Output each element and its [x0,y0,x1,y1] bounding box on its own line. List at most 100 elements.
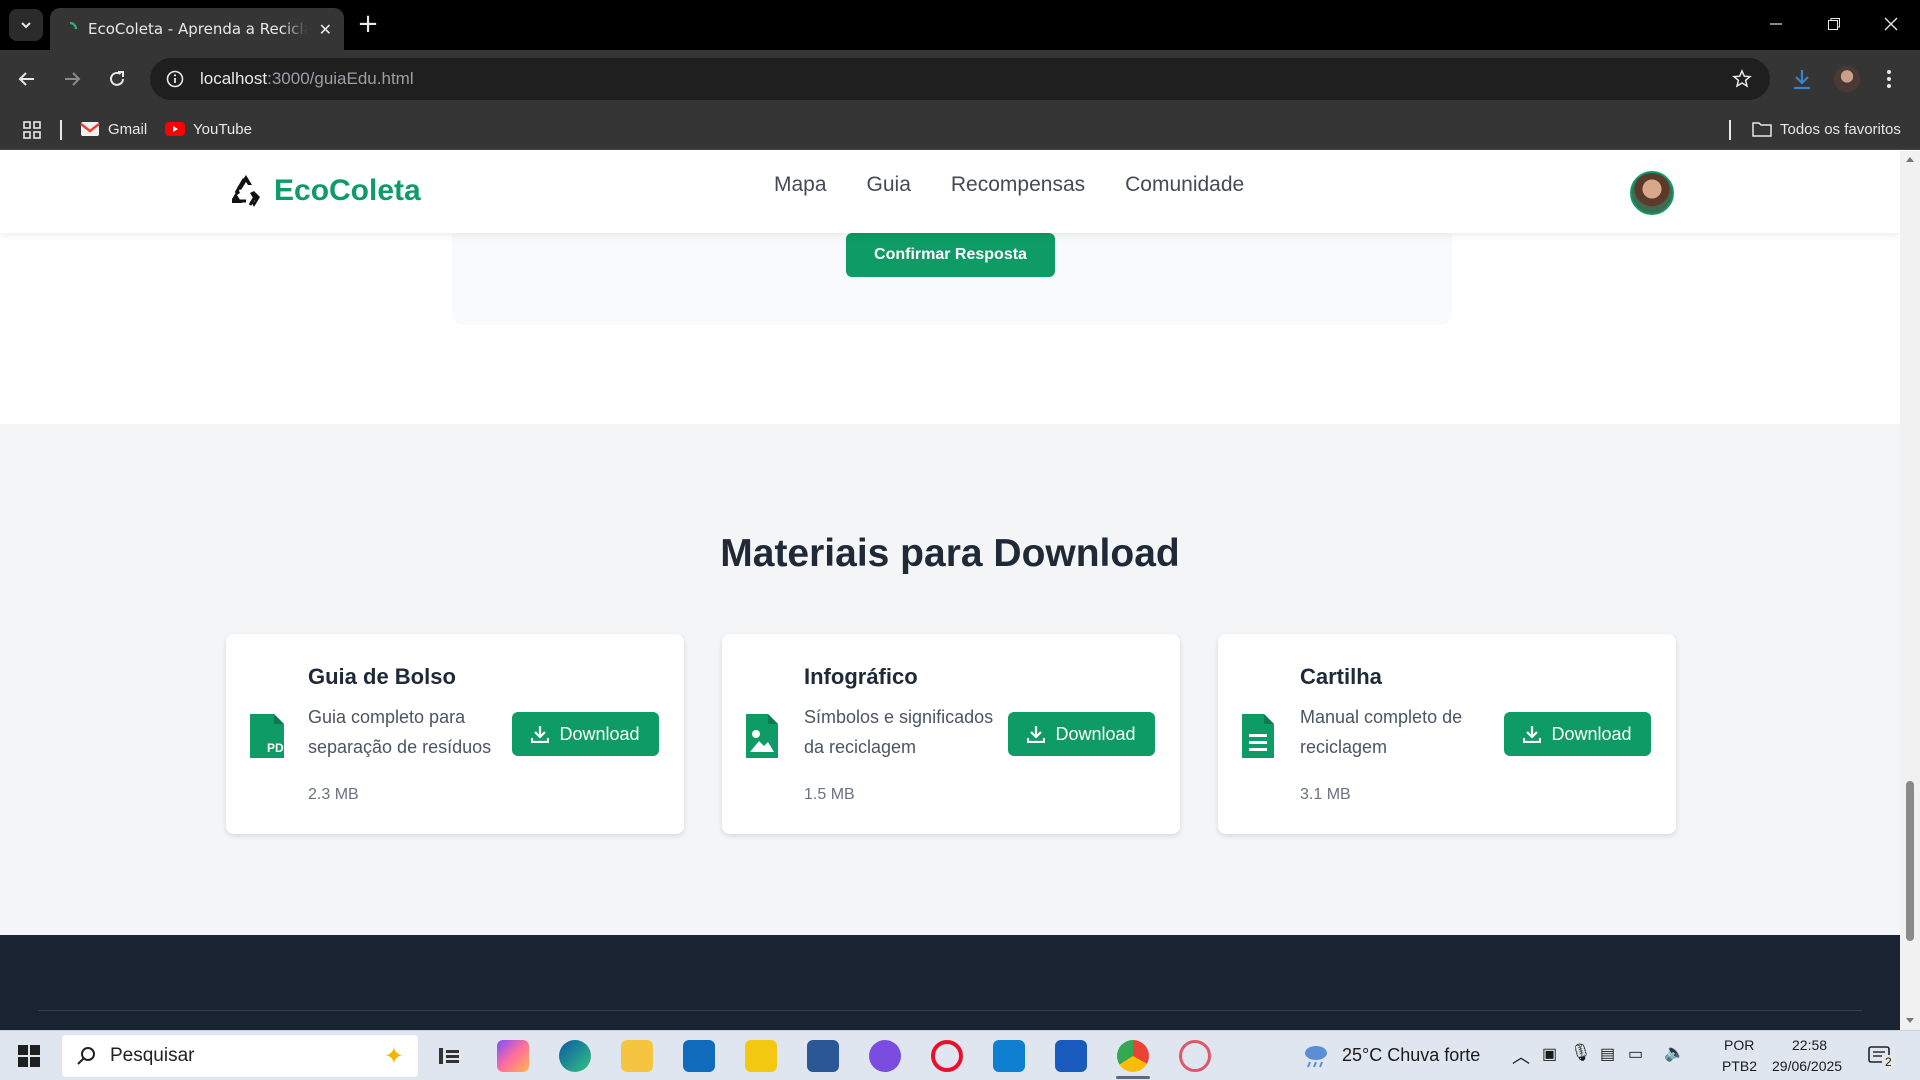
browser-tab-strip: EcoColeta - Aprenda a Reciclar ✕ + [0,0,1920,50]
user-avatar[interactable] [1630,171,1674,215]
apps-grid-icon[interactable] [22,120,42,140]
tab-title: EcoColeta - Aprenda a Reciclar [88,20,308,38]
active-tab[interactable]: EcoColeta - Aprenda a Reciclar ✕ [50,8,344,50]
vscode-app-icon[interactable] [993,1040,1025,1072]
clock-date[interactable]: 29/06/2025 [1772,1058,1842,1074]
meet-icon[interactable]: ▣ [1542,1044,1557,1064]
site-footer [0,935,1900,1030]
task-view-icon[interactable] [438,1045,460,1067]
snipping-app-icon[interactable] [1179,1040,1211,1072]
address-bar[interactable]: localhost:3000/guiaEdu.html [150,58,1770,100]
nav-link-comunidade[interactable]: Comunidade [1125,173,1244,197]
download-button[interactable]: Download [512,712,659,756]
arrow-right-icon [65,72,81,86]
back-button[interactable] [11,63,43,95]
chrome-app-icon[interactable] [1117,1040,1149,1072]
bookmarks-bar: Gmail YouTube Todos os favoritos [0,108,1920,150]
minimize-icon [1770,23,1782,25]
file-explorer-icon[interactable] [621,1040,653,1072]
card-description: Símbolos e significados da reciclagem [804,707,994,757]
card-title: Guia de Bolso [308,664,456,689]
bookmark-divider [1729,120,1731,140]
network-icon[interactable]: ▤ [1600,1044,1615,1064]
section-title: Materiais para Download [720,532,1180,575]
chevron-down-icon [21,22,31,29]
weather-text[interactable]: 25°C Chuva forte [1342,1045,1480,1066]
downloads-section: Materiais para Download PDF Guia de Bols… [0,424,1900,935]
url-text: localhost:3000/guiaEdu.html [200,69,414,88]
power-bi-app-icon[interactable] [745,1040,777,1072]
main-nav: Mapa Guia Recompensas Comunidade [774,173,1244,197]
confirm-answer-button[interactable]: Confirmar Resposta [846,233,1055,277]
pdf-file-icon: PDF [250,714,290,758]
close-window-button[interactable] [1871,8,1911,40]
page-scrollbar[interactable] [1900,151,1920,1030]
outlook-app-icon[interactable] [683,1040,715,1072]
text-file-icon [1242,714,1274,758]
recycle-icon [232,175,260,207]
tab-search-button[interactable] [9,9,43,41]
arrow-left-icon [18,72,34,86]
folder-icon [1752,122,1772,137]
download-icon [1027,726,1046,743]
store-app-icon[interactable] [807,1040,839,1072]
bookmark-star-icon[interactable] [1732,69,1752,89]
image-file-icon [746,714,778,758]
bookmark-gmail[interactable]: Gmail [80,116,147,142]
nav-link-mapa[interactable]: Mapa [774,173,827,197]
gmail-icon [80,122,100,136]
file-size: 2.3 MB [308,786,359,803]
notification-count: 2 [1882,1055,1895,1069]
reload-button[interactable] [101,63,133,95]
bookmark-divider [60,120,62,140]
forward-button[interactable] [56,63,88,95]
footer-divider [38,1010,1862,1011]
file-size: 1.5 MB [804,786,855,803]
weather-rain-icon[interactable] [1302,1044,1330,1068]
opera-app-icon[interactable] [931,1040,963,1072]
site-logo[interactable]: EcoColeta [226,171,421,211]
card-description: Manual completo de reciclagem [1300,707,1463,757]
all-bookmarks-folder[interactable]: Todos os favoritos [1752,116,1901,142]
page-viewport: Confirmar Resposta EcoColeta Mapa Guia R… [0,151,1900,1030]
volume-icon[interactable]: 🔈 [1664,1043,1685,1063]
battery-icon[interactable]: ▭ [1628,1044,1643,1064]
reload-icon [110,71,124,86]
download-button[interactable]: Download [1008,712,1155,756]
close-tab-icon[interactable]: ✕ [319,20,332,39]
menu-dots-icon[interactable] [1885,67,1893,91]
bookmark-youtube[interactable]: YouTube [165,116,252,142]
edge-app-icon[interactable] [559,1040,591,1072]
minimize-button[interactable] [1756,8,1796,40]
download-icon[interactable] [1790,67,1814,91]
input-language[interactable]: POR [1724,1037,1754,1053]
profile-avatar[interactable] [1834,66,1860,92]
restore-button[interactable] [1814,8,1854,40]
taskbar-search[interactable]: Pesquisar ✦ [62,1035,418,1077]
scroll-thumb[interactable] [1906,781,1914,941]
download-button[interactable]: Download [1504,712,1651,756]
download-card: Cartilha Manual completo de reciclagem 3… [1218,634,1676,834]
loading-favicon-icon [69,21,78,30]
tray-overflow-icon[interactable]: ︿ [1512,1043,1530,1069]
new-tab-button[interactable]: + [354,11,382,39]
keyboard-layout[interactable]: PTB2 [1722,1058,1757,1074]
search-icon [77,1047,95,1065]
active-app-indicator [1116,1076,1150,1079]
microphone-icon[interactable]: 🎙 [1570,1043,1592,1063]
scroll-up-icon[interactable] [1905,155,1915,163]
logo-text: EcoColeta [274,174,421,207]
word-app-icon[interactable] [1055,1040,1087,1072]
copilot-sparkle-icon: ✦ [383,1042,404,1070]
copilot-app-icon[interactable] [497,1040,529,1072]
site-info-icon[interactable] [166,70,184,88]
windows-start-icon[interactable] [18,1045,40,1067]
nav-link-guia[interactable]: Guia [867,173,911,197]
download-card: Infográfico Símbolos e significados da r… [722,634,1180,834]
download-icon [531,726,550,743]
clock-time[interactable]: 22:58 [1792,1037,1827,1053]
scroll-down-icon[interactable] [1905,1017,1915,1025]
card-title: Infográfico [804,664,918,689]
discord-app-icon[interactable] [869,1040,901,1072]
nav-link-recompensas[interactable]: Recompensas [951,173,1085,197]
